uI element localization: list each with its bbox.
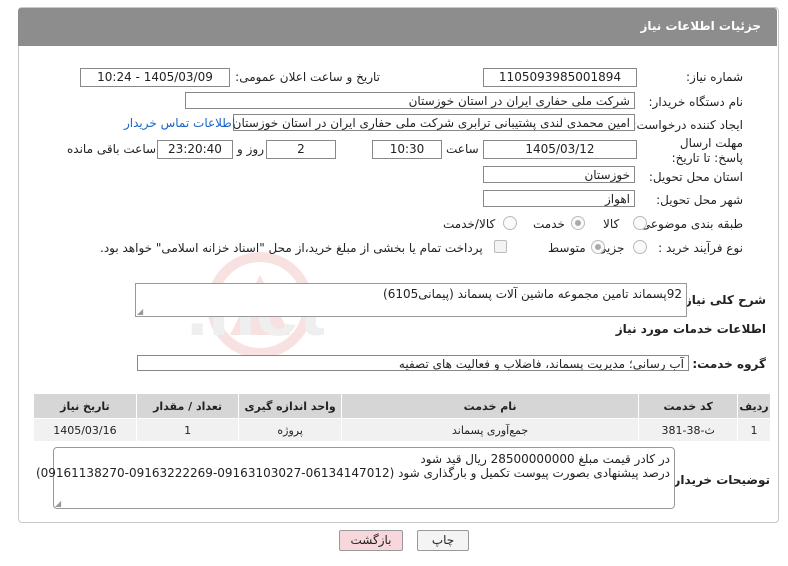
process-label: نوع فرآیند خرید : <box>658 241 743 255</box>
days-field: 2 <box>266 140 336 159</box>
province-label: استان محل تحویل: <box>648 170 743 184</box>
cell-row-number: 1 <box>737 418 771 442</box>
service-group-field: آب رسانی؛ مدیریت پسماند، فاضلاب و فعالیت… <box>137 355 689 371</box>
col-quantity: تعداد / مقدار <box>135 393 240 419</box>
days-label: روز و <box>237 142 264 156</box>
process-option-medium: متوسط <box>548 241 586 255</box>
services-section-title: اطلاعات خدمات مورد نیاز <box>615 322 766 336</box>
table-header-row: ردیف کد خدمت نام خدمت واحد اندازه گیری ت… <box>33 393 771 419</box>
process-radio-medium[interactable] <box>591 240 605 254</box>
city-label: شهر محل تحویل: <box>656 193 743 207</box>
panel-header: جزئیات اطلاعات نیاز <box>18 8 777 46</box>
deadline-label: مهلت ارسال پاسخ: تا تاریخ: <box>671 136 743 165</box>
resize-handle-icon[interactable]: ◢ <box>55 499 61 508</box>
requester-label: ایجاد کننده درخواست: <box>632 118 743 132</box>
buyer-notes-label: توضیحات خریدار: <box>668 473 770 487</box>
col-service-code: کد خدمت <box>638 393 739 419</box>
city-field: اهواز <box>483 190 635 207</box>
cell-quantity: 1 <box>135 418 240 442</box>
process-radio-minor[interactable] <box>633 240 647 254</box>
need-number-label: شماره نیاز: <box>686 70 743 84</box>
announce-label: تاریخ و ساعت اعلان عمومی: <box>235 70 380 84</box>
remaining-label: ساعت باقی مانده <box>67 142 157 156</box>
deadline-date-field: 1405/03/12 <box>483 140 637 159</box>
category-label: طبقه بندی موضوعی: <box>636 217 743 231</box>
cell-service-code: ث-38-381 <box>638 418 739 442</box>
col-service-name: نام خدمت <box>340 393 640 419</box>
buyer-org-label: نام دستگاه خریدار: <box>648 95 744 109</box>
category-option-goods-service: کالا/خدمت <box>443 217 496 231</box>
print-button[interactable]: چاپ <box>417 530 469 551</box>
buyer-org-field: شرکت ملی حفاری ایران در استان خوزستان <box>185 92 635 109</box>
treasury-payment-note: پرداخت تمام یا بخشی از مبلغ خرید،از محل … <box>100 241 483 255</box>
time-label: ساعت <box>446 142 479 156</box>
province-field: خوزستان <box>483 166 635 183</box>
back-button[interactable]: بازگشت <box>339 530 403 551</box>
requester-field: امین محمدی لندی پشتیبانی ترابری شرکت ملی… <box>233 114 635 131</box>
remaining-time-field: 23:20:40 <box>157 140 233 159</box>
service-group-label: گروه خدمت: <box>692 357 766 371</box>
table-row: 1 ث-38-381 جمع‌آوری پسماند پروژه 1 1405/… <box>33 418 771 442</box>
category-radio-goods-service[interactable] <box>503 216 517 230</box>
buyer-notes-line-1: در کادر قیمت مبلغ 28500000000 ریال قید ش… <box>420 452 670 466</box>
col-row-number: ردیف <box>737 393 771 419</box>
buyer-notes-box: در کادر قیمت مبلغ 28500000000 ریال قید ش… <box>36 447 675 509</box>
resize-handle-icon[interactable]: ◢ <box>137 307 143 316</box>
treasury-payment-checkbox[interactable] <box>494 240 507 253</box>
col-need-date: تاریخ نیاز <box>33 393 137 419</box>
description-label: شرح کلی نیاز: <box>680 293 766 307</box>
announce-field: 1405/03/09 - 10:24 <box>80 68 230 87</box>
col-unit: واحد اندازه گیری <box>238 393 342 419</box>
description-text: 92پسماند تامین مجموعه ماشین آلات پسماند … <box>383 287 682 301</box>
buyer-notes-line-2: درصد پیشنهادی بصورت پیوست تکمیل و بارگذا… <box>35 466 670 480</box>
category-option-goods: کالا <box>603 217 620 231</box>
cell-service-name: جمع‌آوری پسماند <box>340 418 640 442</box>
cell-need-date: 1405/03/16 <box>33 418 137 442</box>
services-table: ردیف کد خدمت نام خدمت واحد اندازه گیری ت… <box>33 393 771 442</box>
cell-unit: پروژه <box>238 418 342 442</box>
category-radio-goods[interactable] <box>633 216 647 230</box>
contact-info-link[interactable]: اطلاعات تماس خریدار <box>124 116 235 130</box>
description-box: 92پسماند تامین مجموعه ماشین آلات پسماند … <box>135 283 687 317</box>
page-title: جزئیات اطلاعات نیاز <box>640 19 761 33</box>
category-option-service: خدمت <box>533 217 565 231</box>
category-radio-service[interactable] <box>571 216 585 230</box>
deadline-time-field: 10:30 <box>372 140 442 159</box>
need-number-field: 1105093985001894 <box>483 68 637 87</box>
